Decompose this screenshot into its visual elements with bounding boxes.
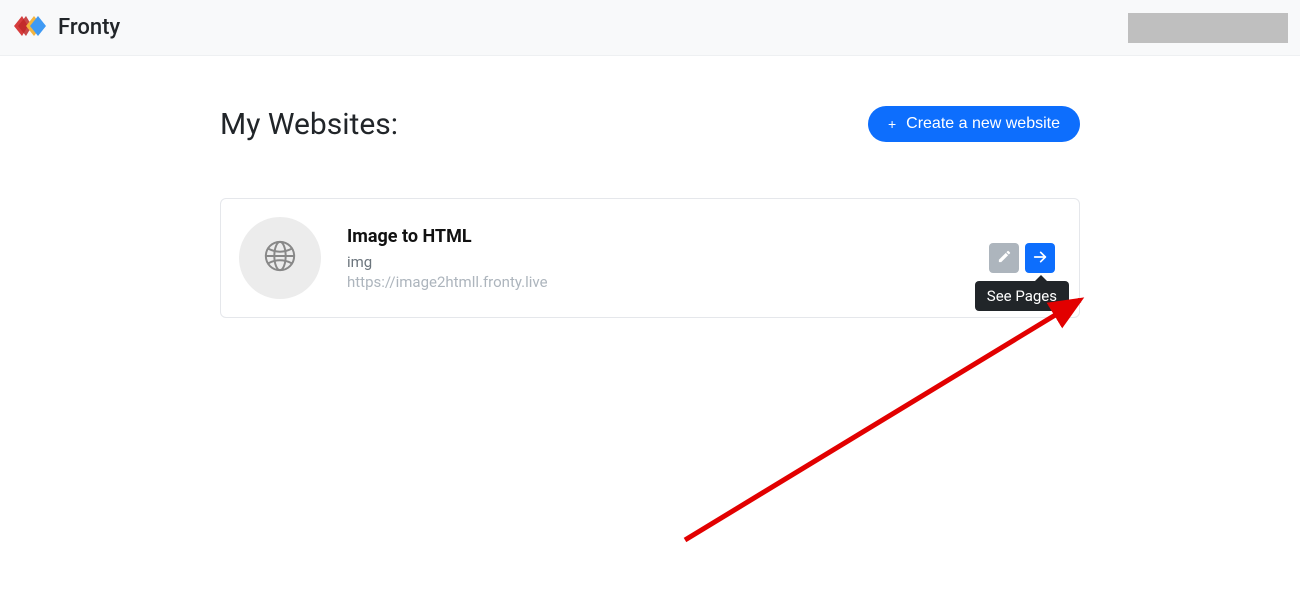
- create-label: Create a new website: [906, 115, 1060, 133]
- page-title: My Websites:: [220, 107, 398, 142]
- arrow-right-icon: [1032, 249, 1048, 268]
- brand[interactable]: Fronty: [12, 14, 120, 42]
- title-row: My Websites: + Create a new website: [220, 106, 1080, 142]
- website-card: Image to HTML img https://image2htmll.fr…: [220, 198, 1080, 318]
- site-url: https://image2htmll.fronty.live: [347, 273, 989, 291]
- site-thumbnail: [239, 217, 321, 299]
- header-right-placeholder: [1128, 13, 1288, 43]
- site-info: Image to HTML img https://image2htmll.fr…: [347, 226, 989, 291]
- brand-name: Fronty: [58, 15, 120, 40]
- pencil-icon: [997, 249, 1012, 267]
- app-header: Fronty: [0, 0, 1300, 56]
- brand-logo-icon: [12, 14, 48, 42]
- globe-icon: [263, 239, 297, 277]
- plus-icon: +: [888, 117, 896, 131]
- see-pages-button[interactable]: [1025, 243, 1055, 273]
- site-title: Image to HTML: [347, 226, 989, 247]
- main-container: My Websites: + Create a new website Imag…: [220, 56, 1080, 318]
- create-website-button[interactable]: + Create a new website: [868, 106, 1080, 142]
- site-subtitle: img: [347, 253, 989, 271]
- edit-button[interactable]: [989, 243, 1019, 273]
- see-pages-tooltip: See Pages: [975, 281, 1069, 311]
- card-actions: See Pages: [989, 243, 1055, 273]
